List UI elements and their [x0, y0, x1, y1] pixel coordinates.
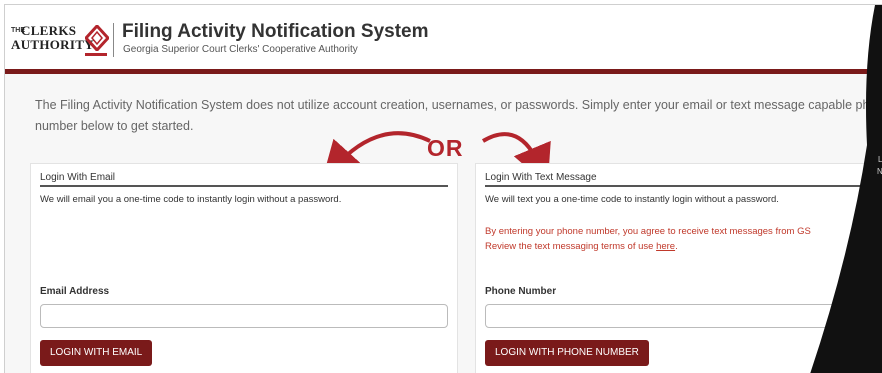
overlay-partial-text-1: L	[878, 155, 882, 164]
app-window: THE CLERKS AUTHORITY Filing Activity Not…	[4, 4, 882, 373]
overlay-partial-text-2: N	[877, 167, 882, 176]
dark-overlay-shape	[810, 5, 882, 373]
